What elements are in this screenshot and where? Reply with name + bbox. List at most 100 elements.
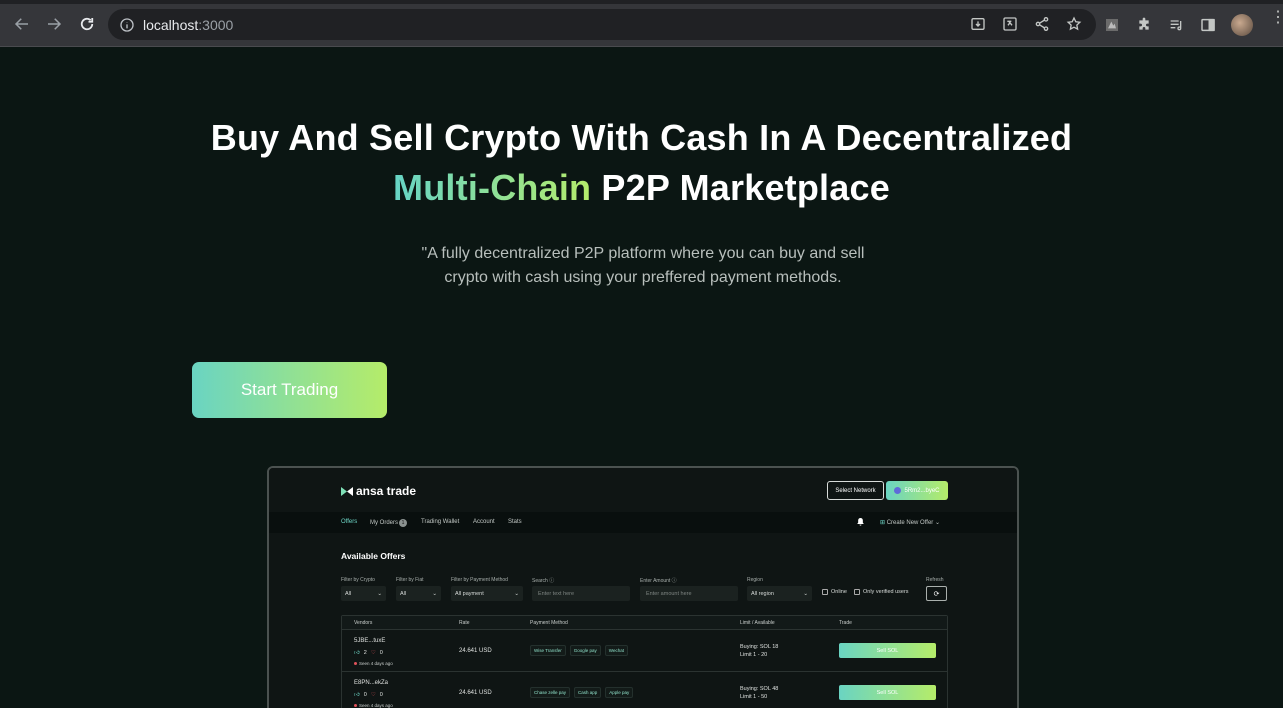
refresh-label: Refresh bbox=[926, 577, 944, 583]
status-dot bbox=[354, 662, 357, 665]
logo-text: ansa trade bbox=[356, 484, 417, 498]
extensions-puzzle-icon[interactable] bbox=[1135, 16, 1153, 34]
filter-fiat-value: All bbox=[400, 590, 407, 597]
nav-my-orders[interactable]: My Orders 1 bbox=[370, 519, 408, 527]
logo-mark-icon bbox=[341, 486, 353, 496]
filter-fiat-label: Filter by Fiat bbox=[396, 577, 424, 583]
region-select[interactable]: All region ⌄ bbox=[747, 586, 812, 601]
wallet-address: 5Rm2...byeC bbox=[904, 487, 940, 494]
downvote-count: 0 bbox=[379, 650, 383, 656]
select-network-button[interactable]: Select Network bbox=[827, 481, 884, 500]
upvote-count: 0 bbox=[363, 692, 367, 698]
thumbs-down-icon: ♡ bbox=[370, 650, 376, 656]
share-icon[interactable] bbox=[1034, 16, 1050, 32]
amount-label-text: Enter Amount bbox=[640, 578, 671, 584]
filter-payment-value: All payment bbox=[455, 590, 484, 597]
payment-tag: Wechat bbox=[604, 645, 628, 656]
vendor-name[interactable]: 5JBE...tuxE bbox=[354, 638, 385, 644]
rate: 24.641 USD bbox=[459, 690, 492, 696]
limit-range: Limit 1 - 20 bbox=[740, 652, 768, 658]
last-seen-text: Seen 4 days ago bbox=[359, 703, 393, 708]
table-header: Vendors Rate Payment Method Limit / Avai… bbox=[342, 616, 947, 630]
thumbs-up-icon: 👍︎ bbox=[354, 692, 360, 698]
verified-checkbox[interactable]: Only verified users bbox=[854, 589, 909, 595]
reload-icon[interactable] bbox=[76, 13, 98, 35]
refresh-icon: ⟳ bbox=[933, 590, 940, 598]
forward-icon[interactable] bbox=[43, 13, 65, 35]
back-icon[interactable] bbox=[11, 13, 33, 35]
sell-sol-button[interactable]: Sell SOL bbox=[839, 643, 936, 658]
limit-available: Buying: SOL 48 Limit 1 - 50 bbox=[740, 685, 778, 701]
table-row: 5JBE...tuxE 👍︎ 2 ♡ 0 Seen 4 days ago 24.641… bbox=[342, 630, 947, 672]
thumbs-down-icon: ♡ bbox=[370, 692, 376, 698]
search-input[interactable]: Enter text here bbox=[532, 586, 630, 601]
checkbox-icon bbox=[854, 589, 860, 595]
side-panel-icon[interactable] bbox=[1199, 16, 1217, 34]
rate: 24.641 USD bbox=[459, 648, 492, 654]
header-trade: Trade bbox=[839, 620, 852, 626]
nav-offers[interactable]: Offers bbox=[341, 519, 357, 525]
reading-list-icon[interactable] bbox=[1167, 16, 1185, 34]
sell-sol-button[interactable]: Sell SOL bbox=[839, 685, 936, 700]
nav-stats[interactable]: Stats bbox=[508, 519, 522, 525]
grid-plus-icon: ⊞ bbox=[880, 520, 886, 526]
header-limit: Limit / Available bbox=[740, 620, 775, 626]
payment-tag: Wise Transfer bbox=[530, 645, 566, 656]
header-rate: Rate bbox=[459, 620, 470, 626]
wallet-button[interactable]: 5Rm2...byeC bbox=[886, 481, 948, 500]
hero-title: Buy And Sell Crypto With Cash In A Decen… bbox=[0, 113, 1283, 213]
buying-amount: Buying: SOL 48 bbox=[740, 686, 779, 692]
limit-available: Buying: SOL 18 Limit 1 - 20 bbox=[740, 643, 778, 659]
more-menu-icon[interactable]: ⋮ bbox=[1270, 10, 1283, 26]
refresh-button[interactable]: ⟳ bbox=[926, 586, 947, 601]
browser-toolbar: localhost:3000 ⋮ bbox=[0, 0, 1283, 47]
orders-count-badge: 1 bbox=[399, 519, 408, 527]
vendor-votes: 👍︎ 0 ♡ 0 bbox=[354, 692, 383, 698]
offers-table: Vendors Rate Payment Method Limit / Avai… bbox=[341, 615, 948, 708]
chevron-down-icon: ⌄ bbox=[934, 520, 940, 526]
url-port: :3000 bbox=[198, 16, 234, 33]
last-seen: Seen 4 days ago bbox=[354, 703, 393, 708]
create-offer-label: Create New Offer bbox=[886, 520, 934, 526]
upvote-count: 2 bbox=[363, 650, 367, 656]
install-icon[interactable] bbox=[970, 16, 986, 32]
address-bar[interactable]: localhost:3000 bbox=[108, 9, 1096, 40]
site-info-icon[interactable] bbox=[119, 17, 135, 33]
extension-icon[interactable] bbox=[1103, 16, 1121, 34]
payment-methods: Wise Transfer Google pay Wechat bbox=[530, 645, 628, 656]
vendor-name[interactable]: E8PN...ekZa bbox=[354, 680, 388, 686]
url-text[interactable]: localhost:3000 bbox=[143, 17, 233, 33]
hero-subtitle: "A fully decentralized P2P platform wher… bbox=[421, 245, 865, 286]
region-label: Region bbox=[747, 577, 763, 583]
region-value: All region bbox=[751, 590, 774, 597]
filter-fiat-select[interactable]: All ⌄ bbox=[396, 586, 441, 601]
thumbs-up-icon: 👍︎ bbox=[354, 650, 360, 656]
bookmark-star-icon[interactable] bbox=[1066, 16, 1082, 32]
amount-label: Enter Amount ⓘ bbox=[640, 578, 677, 584]
profile-avatar[interactable] bbox=[1231, 14, 1253, 36]
search-label-text: Search bbox=[532, 578, 548, 584]
start-trading-button[interactable]: Start Trading bbox=[192, 362, 387, 418]
filter-payment-select[interactable]: All payment ⌄ bbox=[451, 586, 523, 601]
translate-icon[interactable] bbox=[1002, 16, 1018, 32]
create-offer-button[interactable]: ⊞ Create New Offer ⌄ bbox=[880, 519, 940, 526]
limit-range: Limit 1 - 50 bbox=[740, 694, 768, 700]
url-host: localhost bbox=[143, 16, 199, 33]
header-payment-method: Payment Method bbox=[530, 620, 568, 626]
nav-my-orders-label: My Orders bbox=[370, 520, 399, 526]
filter-crypto-select[interactable]: All ⌄ bbox=[341, 586, 386, 601]
wallet-icon bbox=[894, 487, 902, 494]
preview-logo[interactable]: ansa trade bbox=[341, 484, 416, 498]
chevron-down-icon: ⌄ bbox=[377, 590, 382, 597]
tab-strip bbox=[0, 0, 1283, 4]
payment-tag: Cash app bbox=[574, 687, 602, 698]
online-checkbox[interactable]: Online bbox=[822, 589, 847, 595]
nav-trading-wallet[interactable]: Trading Wallet bbox=[421, 519, 459, 525]
nav-account[interactable]: Account bbox=[473, 519, 495, 525]
amount-input[interactable]: Enter amount here bbox=[640, 586, 738, 601]
checkbox-icon bbox=[822, 589, 828, 595]
chevron-down-icon: ⌄ bbox=[432, 590, 437, 597]
bell-icon[interactable] bbox=[857, 518, 864, 526]
app-preview: ansa trade Select Network 5Rm2...byeC Of… bbox=[267, 466, 1019, 708]
payment-tag: Chase zelle pay bbox=[530, 687, 571, 698]
